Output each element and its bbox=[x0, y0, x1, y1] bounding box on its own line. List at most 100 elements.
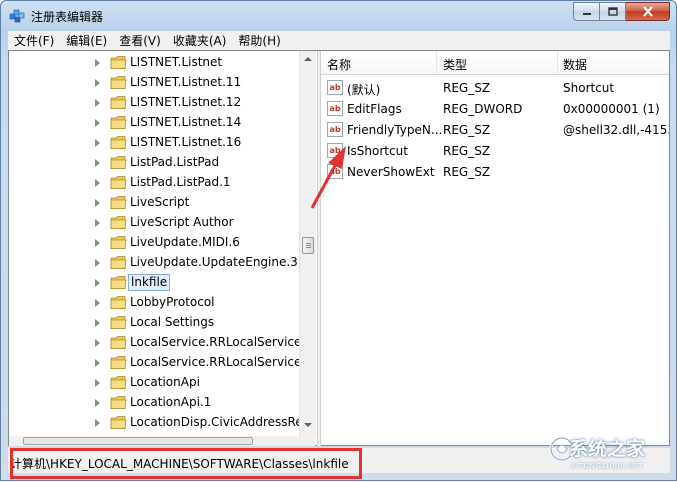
expand-arrow-icon[interactable] bbox=[95, 339, 100, 347]
value-row[interactable]: ab (默认) REG_SZ Shortcut bbox=[321, 78, 669, 99]
string-value-icon: ab bbox=[327, 101, 343, 116]
tree-item[interactable]: LISTNET.Listnet.16 bbox=[9, 133, 304, 153]
folder-icon bbox=[110, 315, 127, 330]
expand-arrow-icon[interactable] bbox=[95, 359, 100, 367]
expand-arrow-icon[interactable] bbox=[95, 319, 100, 327]
scroll-thumb[interactable] bbox=[302, 237, 314, 254]
scroll-down-icon[interactable] bbox=[304, 423, 312, 427]
tree-item[interactable]: ListPad.ListPad bbox=[9, 153, 304, 173]
tree-item-label: lnkfile bbox=[128, 274, 171, 291]
tree-item[interactable]: LiveScript bbox=[9, 193, 304, 213]
menu-bar: 文件(F) 编辑(E) 查看(V) 收藏夹(A) 帮助(H) bbox=[8, 31, 670, 51]
expand-arrow-icon[interactable] bbox=[95, 119, 100, 127]
tree-vertical-scrollbar[interactable] bbox=[299, 51, 316, 436]
tree-item[interactable]: ListPad.ListPad.1 bbox=[9, 173, 304, 193]
tree-item-label: ListPad.ListPad.1 bbox=[130, 175, 231, 189]
key-tree: LISTNET.Listnet LISTNET.Listnet.11 LISTNET… bbox=[9, 51, 315, 436]
tree-item[interactable]: Local Settings bbox=[9, 313, 304, 333]
value-type: REG_DWORD bbox=[443, 102, 523, 116]
column-name[interactable]: 名称 bbox=[327, 56, 351, 73]
value-row[interactable]: ab IsShortcut REG_SZ bbox=[321, 141, 669, 162]
tree-item[interactable]: LocationDisp.CivicAddressRe bbox=[9, 413, 304, 433]
value-type: REG_SZ bbox=[443, 123, 491, 137]
tree-item-label: Local Settings bbox=[130, 315, 215, 329]
expand-arrow-icon[interactable] bbox=[95, 279, 100, 287]
expand-arrow-icon[interactable] bbox=[95, 99, 100, 107]
scroll-up-icon[interactable] bbox=[304, 57, 312, 61]
folder-icon bbox=[110, 155, 127, 170]
tree-item[interactable]: LISTNET.Listnet.14 bbox=[9, 113, 304, 133]
folder-icon bbox=[110, 75, 127, 90]
tree-item[interactable]: LocationApi.1 bbox=[9, 393, 304, 413]
expand-arrow-icon[interactable] bbox=[95, 179, 100, 187]
close-button[interactable] bbox=[626, 2, 670, 21]
tree-item[interactable]: LISTNET.Listnet.11 bbox=[9, 73, 304, 93]
menu-help[interactable]: 帮助(H) bbox=[232, 32, 286, 50]
expand-arrow-icon[interactable] bbox=[95, 59, 100, 67]
folder-icon bbox=[110, 275, 127, 290]
folder-icon bbox=[110, 195, 127, 210]
maximize-icon bbox=[607, 7, 618, 16]
folder-icon bbox=[110, 175, 127, 190]
expand-arrow-icon[interactable] bbox=[95, 199, 100, 207]
menu-file[interactable]: 文件(F) bbox=[8, 32, 60, 50]
value-data: 0x00000001 (1) bbox=[563, 102, 660, 116]
minimize-icon bbox=[582, 12, 591, 15]
tree-item-label: LiveUpdate.UpdateEngine.3 bbox=[130, 255, 298, 269]
value-row[interactable]: ab NeverShowExt REG_SZ bbox=[321, 162, 669, 183]
expand-arrow-icon[interactable] bbox=[95, 379, 100, 387]
menu-edit[interactable]: 编辑(E) bbox=[60, 32, 113, 50]
tree-item[interactable]: LocalService.RRLocalService bbox=[9, 333, 304, 353]
tree-item[interactable]: LiveUpdate.MIDI.6 bbox=[9, 233, 304, 253]
expand-arrow-icon[interactable] bbox=[95, 299, 100, 307]
menu-favorites[interactable]: 收藏夹(A) bbox=[167, 32, 233, 50]
expand-arrow-icon[interactable] bbox=[95, 419, 100, 427]
folder-icon bbox=[110, 55, 127, 70]
tree-item-label: LobbyProtocol bbox=[130, 295, 215, 309]
expand-arrow-icon[interactable] bbox=[95, 139, 100, 147]
tree-item[interactable]: LocationApi bbox=[9, 373, 304, 393]
horizontal-scroll-thumb[interactable] bbox=[23, 437, 253, 445]
maximize-button[interactable] bbox=[600, 2, 626, 21]
tree-item[interactable]: lnkfile bbox=[9, 273, 304, 293]
window-title: 注册表编辑器 bbox=[31, 10, 104, 24]
folder-icon bbox=[110, 395, 127, 410]
value-name: FriendlyTypeN... bbox=[347, 123, 443, 137]
expand-arrow-icon[interactable] bbox=[95, 259, 100, 267]
column-type[interactable]: 类型 bbox=[443, 56, 467, 73]
tree-item-label: LISTNET.Listnet bbox=[130, 55, 223, 69]
tree-item[interactable]: LiveScript Author bbox=[9, 213, 304, 233]
string-value-icon: ab bbox=[327, 143, 343, 158]
tree-item[interactable]: LISTNET.Listnet bbox=[9, 53, 304, 73]
value-type: REG_SZ bbox=[443, 144, 491, 158]
expand-arrow-icon[interactable] bbox=[95, 159, 100, 167]
tree-item[interactable]: LiveUpdate.UpdateEngine.3 bbox=[9, 253, 304, 273]
expand-arrow-icon[interactable] bbox=[95, 239, 100, 247]
tree-horizontal-scrollbar[interactable] bbox=[9, 436, 315, 446]
registry-editor-window: 注册表编辑器 文件(F) 编辑(E) 查看(V) 收藏夹(A) 帮助(H) LI… bbox=[0, 0, 677, 481]
value-name: EditFlags bbox=[347, 102, 402, 116]
value-name: (默认) bbox=[347, 83, 381, 97]
folder-icon bbox=[110, 295, 127, 310]
tree-item-label: LiveScript Author bbox=[130, 215, 234, 229]
menu-view[interactable]: 查看(V) bbox=[113, 32, 167, 50]
tree-item-label: LocalService.RRLocalService.1 bbox=[130, 355, 313, 369]
expand-arrow-icon[interactable] bbox=[95, 219, 100, 227]
value-row[interactable]: ab FriendlyTypeN... REG_SZ @shell32.dll,-41… bbox=[321, 120, 669, 141]
folder-icon bbox=[110, 215, 127, 230]
tree-item[interactable]: LISTNET.Listnet.12 bbox=[9, 93, 304, 113]
status-highlight-box bbox=[10, 448, 362, 479]
tree-item[interactable]: LobbyProtocol bbox=[9, 293, 304, 313]
values-list: 名称 类型 数据 ab (默认) REG_SZ Shortcut ab EditFlags… bbox=[321, 51, 669, 446]
value-row[interactable]: ab EditFlags REG_DWORD 0x00000001 (1) bbox=[321, 99, 669, 120]
expand-arrow-icon[interactable] bbox=[95, 79, 100, 87]
tree-item-label: LocationApi.1 bbox=[130, 395, 212, 409]
tree-item[interactable]: LocalService.RRLocalService.1 bbox=[9, 353, 313, 373]
caption-buttons bbox=[573, 2, 670, 21]
title-bar[interactable]: 注册表编辑器 bbox=[1, 1, 676, 31]
minimize-button[interactable] bbox=[573, 2, 600, 21]
registry-editor-icon bbox=[9, 9, 25, 23]
column-data[interactable]: 数据 bbox=[563, 56, 587, 73]
expand-arrow-icon[interactable] bbox=[95, 399, 100, 407]
tree-item-label: LocationDisp.CivicAddressRe bbox=[130, 415, 303, 429]
